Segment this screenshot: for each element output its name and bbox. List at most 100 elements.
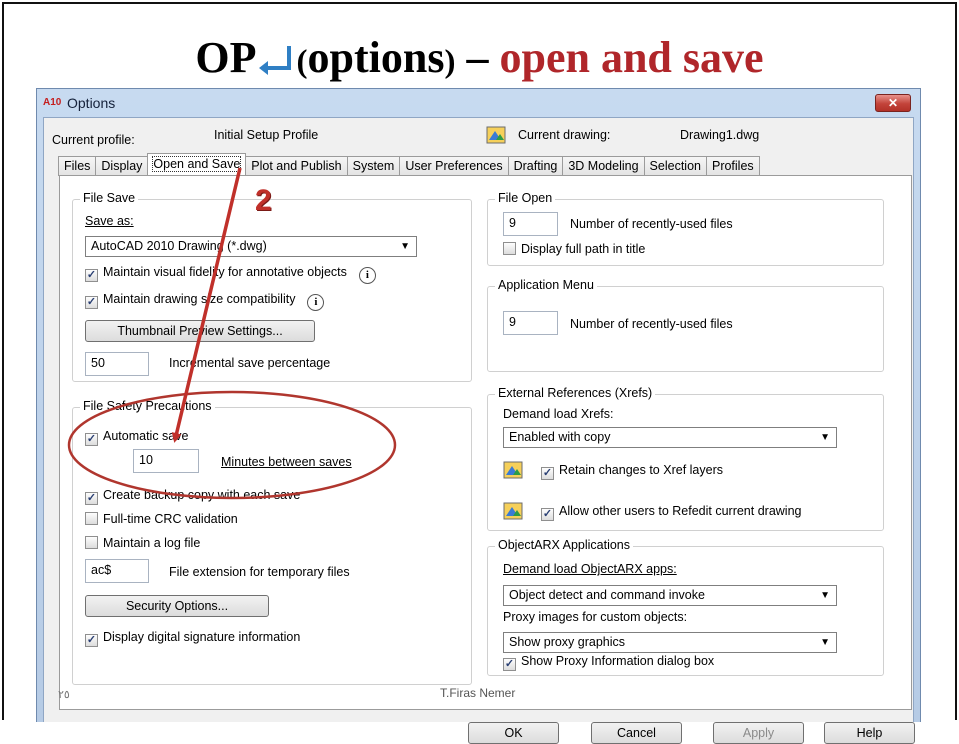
file-save-legend: File Save	[80, 191, 139, 205]
xrefs-legend: External References (Xrefs)	[495, 386, 656, 400]
refedit-checkbox[interactable]: ✓ Allow other users to Refedit current dr…	[541, 504, 801, 521]
current-drawing-value: Drawing1.dwg	[680, 128, 760, 142]
file-safety-legend: File Safety Precautions	[80, 399, 215, 413]
xref-layer-icon	[503, 461, 523, 479]
dialog-titlebar[interactable]: A10 Options ✕	[37, 89, 920, 117]
visual-fidelity-checkbox[interactable]: ✓ Maintain visual fidelity for annotative…	[85, 265, 376, 284]
enter-key-icon	[258, 46, 291, 75]
slide-title: OP (options) – open and save	[0, 34, 959, 86]
dialog-client: Current profile: Initial Setup Profile C…	[43, 117, 915, 744]
proxy-images-label: Proxy images for custom objects:	[503, 610, 688, 624]
visual-fidelity-label: Maintain visual fidelity for annotative …	[103, 265, 347, 279]
tab-open-and-save[interactable]: Open and Save	[147, 153, 247, 176]
minutes-between-saves-label: Minutes between saves	[221, 455, 352, 469]
file-save-group: File Save Save as: AutoCAD 2010 Drawing …	[72, 191, 472, 382]
drawing-icon	[486, 126, 506, 144]
tab-selection[interactable]: Selection	[644, 156, 707, 176]
crc-validation-label: Full-time CRC validation	[103, 512, 238, 526]
refedit-icon	[503, 502, 523, 520]
check-icon: ✓	[85, 269, 98, 282]
temp-extension-input[interactable]: ac$	[85, 559, 149, 583]
log-file-checkbox[interactable]: Maintain a log file	[85, 536, 200, 550]
check-icon: ✓	[541, 508, 554, 521]
full-path-checkbox[interactable]: Display full path in title	[503, 242, 645, 256]
xrefs-demand-dropdown[interactable]: Enabled with copy ▼	[503, 427, 837, 448]
help-button[interactable]: Help	[824, 722, 915, 744]
full-path-label: Display full path in title	[521, 242, 646, 256]
info-icon[interactable]: i	[358, 267, 376, 284]
chevron-down-icon: ▼	[820, 590, 830, 601]
tab-3d-modeling[interactable]: 3D Modeling	[563, 156, 645, 176]
app-menu-legend: Application Menu	[495, 278, 597, 292]
app-menu-recent-label: Number of recently-used files	[570, 317, 733, 331]
app-menu-group: Application Menu 9 Number of recently-us…	[487, 278, 884, 372]
temp-extension-label: File extension for temporary files	[169, 565, 350, 579]
apply-button[interactable]: Apply	[713, 722, 804, 744]
tab-files[interactable]: Files	[58, 156, 97, 176]
show-proxy-info-checkbox[interactable]: ✓ Show Proxy Information dialog box	[503, 654, 714, 671]
objectarx-legend: ObjectARX Applications	[495, 538, 634, 552]
check-icon: ✓	[85, 492, 98, 505]
check-icon: ✓	[503, 658, 516, 671]
retain-xref-checkbox[interactable]: ✓ Retain changes to Xref layers	[541, 463, 723, 480]
file-open-legend: File Open	[495, 191, 556, 205]
title-word: options	[307, 33, 445, 82]
save-as-dropdown[interactable]: AutoCAD 2010 Drawing (*.dwg) ▼	[85, 236, 417, 257]
current-profile-label: Current profile:	[52, 133, 135, 147]
cancel-button[interactable]: Cancel	[591, 722, 682, 744]
tab-system[interactable]: System	[347, 156, 401, 176]
objectarx-group: ObjectARX Applications Demand load Objec…	[487, 538, 884, 676]
close-button[interactable]: ✕	[875, 94, 911, 112]
step-number: 2	[255, 184, 272, 217]
log-file-label: Maintain a log file	[103, 536, 201, 550]
save-as-label: Save as:	[85, 214, 134, 228]
open-and-save-page: File Save Save as: AutoCAD 2010 Drawing …	[59, 175, 912, 710]
xrefs-group: External References (Xrefs) Demand load …	[487, 386, 884, 531]
xrefs-demand-label: Demand load Xrefs:	[503, 407, 614, 421]
size-compat-checkbox[interactable]: ✓ Maintain drawing size compatibility i	[85, 292, 325, 311]
incremental-save-input[interactable]: 50	[85, 352, 149, 376]
thumbnail-preview-button[interactable]: Thumbnail Preview Settings...	[85, 320, 315, 342]
author-credit: T.Firas Nemer	[440, 686, 516, 700]
tab-display[interactable]: Display	[96, 156, 149, 176]
autocad-logo-icon: A10	[43, 97, 62, 108]
file-open-recent-input[interactable]: 9	[503, 212, 558, 236]
check-icon: ✓	[85, 296, 98, 309]
proxy-images-dropdown[interactable]: Show proxy graphics ▼	[503, 632, 837, 653]
info-icon[interactable]: i	[307, 294, 325, 311]
arx-demand-label: Demand load ObjectARX apps:	[503, 562, 677, 576]
crc-validation-checkbox[interactable]: Full-time CRC validation	[85, 512, 238, 526]
arx-demand-dropdown[interactable]: Object detect and command invoke ▼	[503, 585, 837, 606]
size-compat-label: Maintain drawing size compatibility	[103, 292, 296, 306]
check-icon: ✓	[541, 467, 554, 480]
file-safety-group: File Safety Precautions ✓ Automatic save …	[72, 399, 472, 685]
tab-profiles[interactable]: Profiles	[706, 156, 760, 176]
title-paren-open: (	[296, 44, 308, 80]
tab-plot-and-publish[interactable]: Plot and Publish	[246, 156, 348, 176]
tab-drafting[interactable]: Drafting	[508, 156, 564, 176]
current-profile-value: Initial Setup Profile	[214, 128, 319, 142]
digital-signature-label: Display digital signature information	[103, 630, 301, 644]
check-icon: ✓	[85, 634, 98, 647]
tab-strip: Files Display Open and Save Plot and Pub…	[58, 153, 760, 176]
digital-signature-checkbox[interactable]: ✓ Display digital signature information	[85, 630, 300, 647]
check-icon: ✓	[85, 433, 98, 446]
app-menu-recent-input[interactable]: 9	[503, 311, 558, 335]
ok-button[interactable]: OK	[468, 722, 559, 744]
incremental-save-label: Incremental save percentage	[169, 356, 331, 370]
chevron-down-icon: ▼	[820, 432, 830, 443]
file-open-group: File Open 9 Number of recently-used file…	[487, 191, 884, 266]
automatic-save-label: Automatic save	[103, 429, 189, 443]
current-drawing-label: Current drawing:	[518, 128, 611, 142]
title-paren-close: )	[444, 44, 456, 80]
backup-copy-checkbox[interactable]: ✓ Create backup copy with each save	[85, 488, 300, 505]
security-options-button[interactable]: Security Options...	[85, 595, 269, 617]
title-dash: –	[466, 33, 489, 82]
retain-xref-label: Retain changes to Xref layers	[559, 463, 723, 477]
slide-number: ٢٥	[58, 689, 70, 701]
dialog-title: Options	[67, 95, 116, 111]
automatic-save-checkbox[interactable]: ✓ Automatic save	[85, 429, 188, 446]
tab-user-preferences[interactable]: User Preferences	[400, 156, 509, 176]
chevron-down-icon: ▼	[400, 241, 410, 252]
minutes-between-saves-input[interactable]: 10	[133, 449, 199, 473]
